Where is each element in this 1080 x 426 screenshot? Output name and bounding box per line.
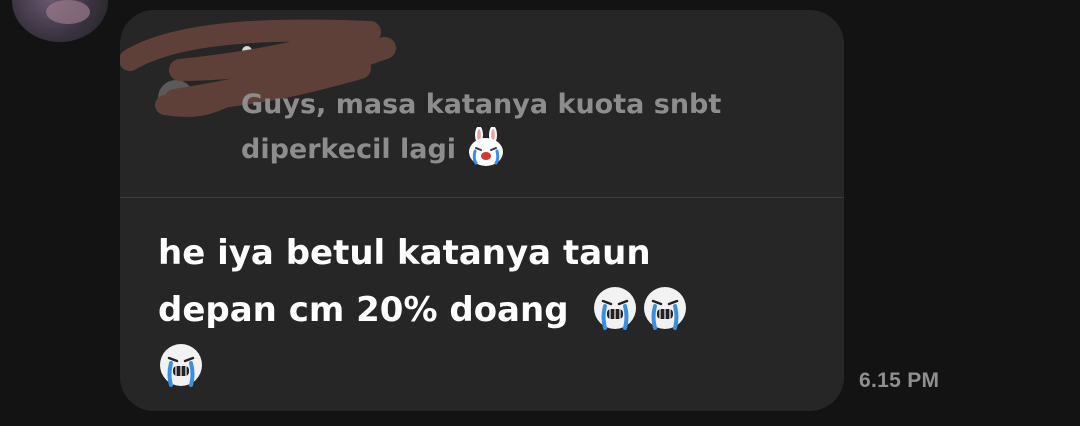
reply-author-avatar: [158, 80, 194, 116]
sender-avatar[interactable]: [12, 0, 108, 42]
message-text: he iya betul katanya taun depan cm 20% d…: [158, 233, 651, 330]
crying-face-sticker-icon: [158, 342, 204, 388]
message-timestamp: 6.15 PM: [859, 369, 940, 392]
message-bubble[interactable]: Guys, masa katanya kuota snbt diperkecil…: [120, 10, 844, 411]
reply-preview[interactable]: Guys, masa katanya kuota snbt diperkecil…: [120, 10, 844, 198]
reply-author-name: [242, 46, 252, 56]
crying-face-sticker-icon: [592, 285, 638, 331]
reply-message-text: Guys, masa katanya kuota snbt diperkecil…: [241, 82, 801, 172]
reply-divider: [120, 197, 844, 198]
crying-bunny-sticker-icon: [466, 126, 506, 167]
crying-face-sticker-icon: [642, 285, 688, 331]
message-body: he iya betul katanya taun depan cm 20% d…: [158, 225, 778, 396]
